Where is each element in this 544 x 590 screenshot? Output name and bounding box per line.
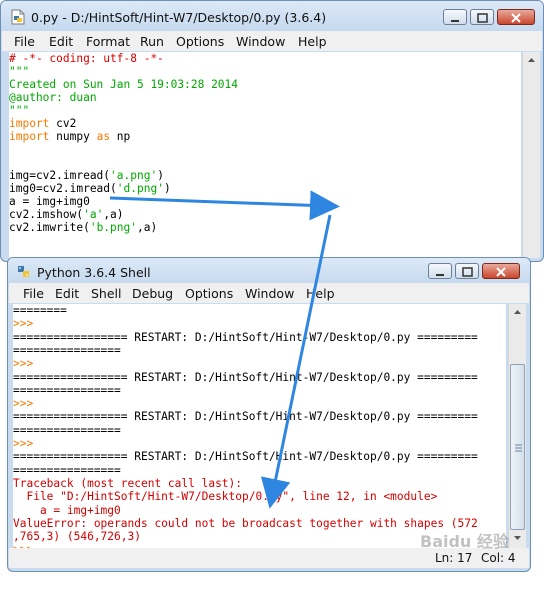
annotation-arrows (109, 190, 340, 509)
annotation-arrow-horizontal (109, 190, 340, 221)
watermark: Baidu 经验 (420, 532, 509, 551)
annotation-arrow-down (260, 214, 332, 509)
